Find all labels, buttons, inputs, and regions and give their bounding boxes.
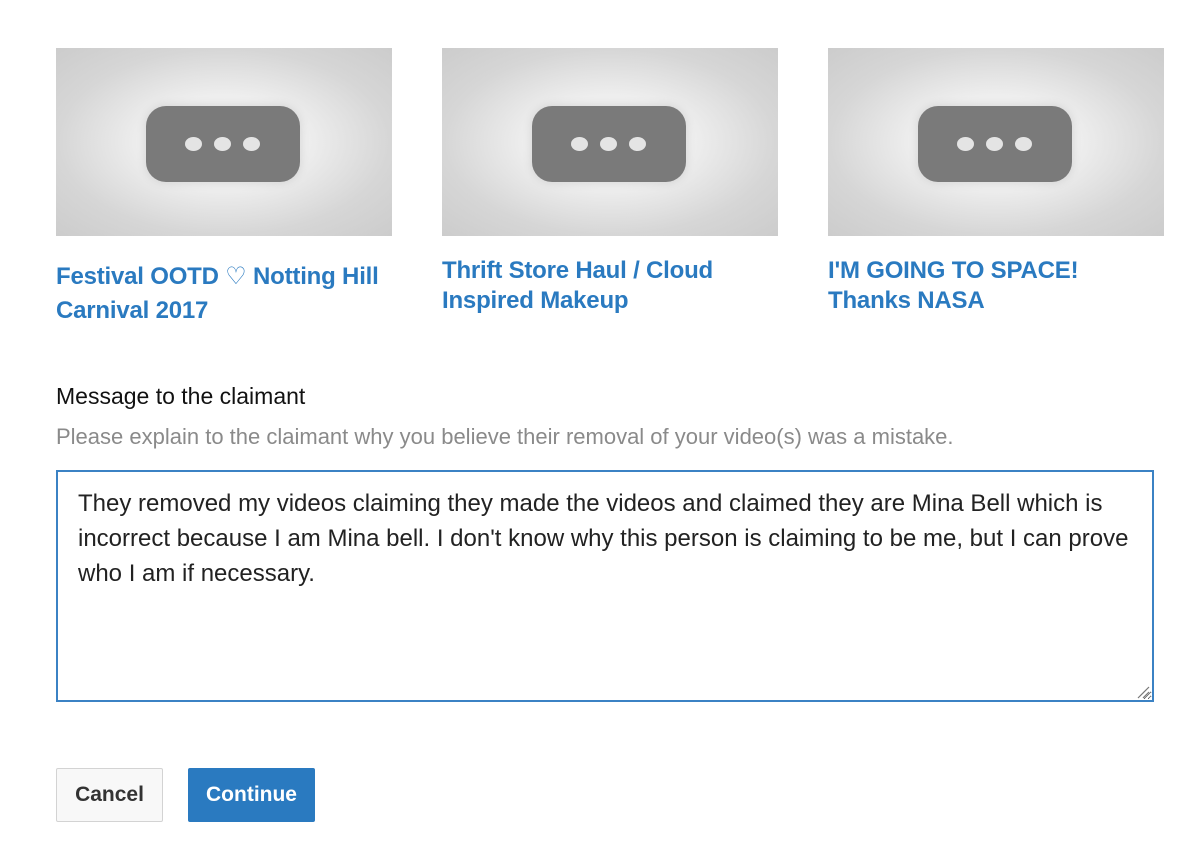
dot [243, 137, 260, 151]
related-videos: Festival OOTD ♡ Notting Hill Carnival 20… [0, 0, 1200, 340]
video-title-link[interactable]: Thrift Store Haul / Cloud Inspired Makeu… [442, 256, 778, 316]
dot [957, 137, 974, 151]
more-dots-icon [918, 106, 1072, 182]
message-help-text: Please explain to the claimant why you b… [56, 424, 954, 449]
video-card[interactable]: Festival OOTD ♡ Notting Hill Carnival 20… [56, 48, 392, 328]
video-thumbnail[interactable] [442, 48, 778, 236]
dot [600, 137, 617, 151]
message-textarea[interactable]: They removed my videos claiming they mad… [56, 470, 1154, 702]
video-card[interactable]: I'M GOING TO SPACE! Thanks NASA [828, 48, 1164, 316]
dot [986, 137, 1003, 151]
cancel-button[interactable]: Cancel [56, 768, 163, 822]
message-label: Message to the claimant [56, 383, 306, 409]
dot [571, 137, 588, 151]
dot [214, 137, 231, 151]
video-thumbnail[interactable] [56, 48, 392, 236]
video-card[interactable]: Thrift Store Haul / Cloud Inspired Makeu… [442, 48, 778, 316]
video-title-link[interactable]: I'M GOING TO SPACE! Thanks NASA [828, 256, 1164, 316]
dot [185, 137, 202, 151]
video-title-link[interactable]: Festival OOTD ♡ Notting Hill Carnival 20… [56, 260, 392, 328]
video-thumbnail[interactable] [828, 48, 1164, 236]
dot [1015, 137, 1032, 151]
continue-button[interactable]: Continue [188, 768, 315, 822]
more-dots-icon [146, 106, 300, 182]
more-dots-icon [532, 106, 686, 182]
dot [629, 137, 646, 151]
